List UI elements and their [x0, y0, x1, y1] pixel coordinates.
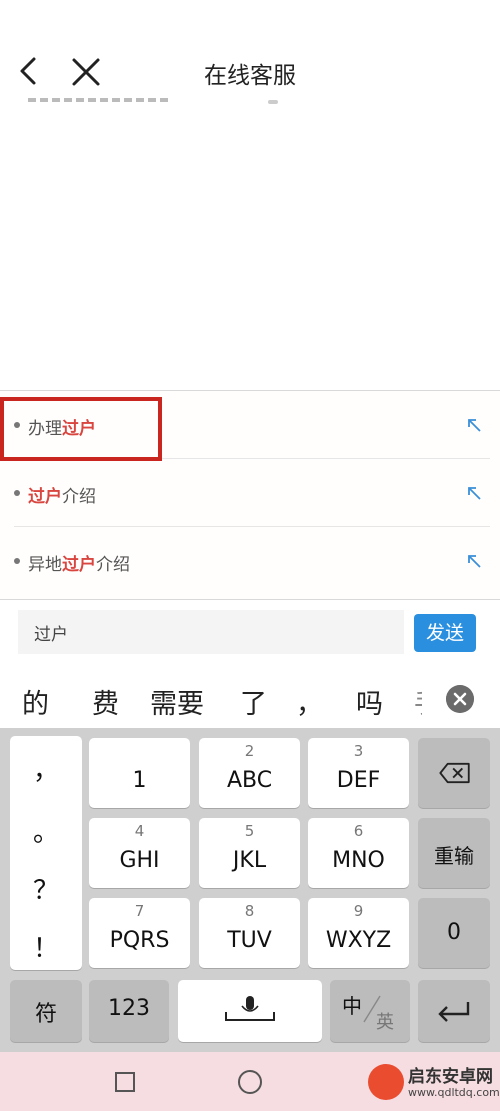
candidate-word[interactable]: 的 — [22, 682, 49, 721]
candidate-word[interactable]: 需要 — [150, 682, 204, 721]
app-header: 在线客服 — [0, 0, 500, 104]
enter-key[interactable] — [418, 980, 490, 1042]
candidate-word[interactable]: 费 — [92, 682, 119, 721]
key-7[interactable]: 7 PQRS — [89, 898, 190, 968]
punct-key-exclaim[interactable]: ！ — [10, 928, 82, 965]
key-2[interactable]: 2 ABC — [199, 738, 300, 808]
watermark-logo-icon — [368, 1064, 404, 1100]
numeric-key[interactable]: 123 — [89, 980, 169, 1042]
chat-message-area — [0, 104, 500, 392]
recents-square-icon[interactable] — [115, 1072, 135, 1092]
page-title: 在线客服 — [204, 63, 296, 89]
symbol-key[interactable]: 符 — [10, 980, 82, 1042]
language-switch-key[interactable]: 中 英 — [330, 980, 410, 1042]
microphone-icon — [225, 996, 275, 1021]
suggestion-item[interactable]: 过户介绍 — [14, 459, 490, 527]
punctuation-column: ， 。 ？ ！ — [10, 736, 82, 970]
arrow-up-left-icon[interactable] — [466, 417, 482, 433]
bullet-icon — [14, 490, 20, 496]
key-9[interactable]: 9 WXYZ — [308, 898, 409, 968]
send-button[interactable]: 发送 — [414, 614, 476, 652]
punct-key-period[interactable]: 。 — [10, 812, 82, 849]
message-input[interactable] — [18, 610, 404, 654]
watermark-name: 启东安卓网 — [408, 1067, 493, 1087]
home-circle-icon[interactable] — [238, 1070, 262, 1094]
backspace-key[interactable] — [418, 738, 490, 808]
key-3[interactable]: 3 DEF — [308, 738, 409, 808]
candidate-close-icon[interactable] — [446, 685, 474, 713]
enter-icon — [438, 1002, 470, 1022]
candidate-word[interactable]: 吗 — [356, 682, 383, 721]
candidate-word[interactable]: 了 — [240, 682, 267, 721]
suggestion-item[interactable]: 异地过户介绍 — [14, 527, 490, 595]
key-4[interactable]: 4 GHI — [89, 818, 190, 888]
key-0[interactable]: 0 — [418, 898, 490, 968]
suggestion-suffix: 介绍 — [62, 487, 96, 507]
suggestion-keyword: 过户 — [62, 555, 96, 575]
watermark-url: www.qdltdq.com — [408, 1086, 500, 1099]
bullet-icon — [14, 558, 20, 564]
punct-key-question[interactable]: ？ — [10, 870, 82, 907]
backspace-icon — [439, 762, 470, 784]
reinput-key[interactable]: 重输 — [418, 818, 490, 888]
space-voice-key[interactable] — [178, 980, 322, 1042]
key-6[interactable]: 6 MNO — [308, 818, 409, 888]
annotation-highlight-box — [0, 397, 162, 461]
arrow-up-left-icon[interactable] — [466, 485, 482, 501]
key-5[interactable]: 5 JKL — [199, 818, 300, 888]
suggestion-keyword: 过户 — [28, 487, 62, 507]
watermark: 启东安卓网 www.qdltdq.com — [368, 1060, 500, 1108]
t9-keyboard: ， 。 ？ ！ 1 2 ABC 3 DEF 4 GHI 5 JKL 6 MNO … — [0, 728, 500, 1052]
key-1[interactable]: 1 — [89, 738, 190, 808]
punct-key-comma[interactable]: ， — [10, 750, 82, 787]
candidate-word[interactable]: ， — [296, 682, 323, 721]
suggestion-prefix: 异地 — [28, 555, 62, 575]
candidate-word-clipped[interactable]: 手 — [414, 682, 422, 718]
ime-candidate-bar: 的 费 需要 了 ， 吗 手 — [0, 670, 500, 728]
key-8[interactable]: 8 TUV — [199, 898, 300, 968]
arrow-up-left-icon[interactable] — [466, 553, 482, 569]
suggestion-suffix: 介绍 — [96, 555, 130, 575]
message-input-bar: 发送 — [0, 600, 500, 670]
